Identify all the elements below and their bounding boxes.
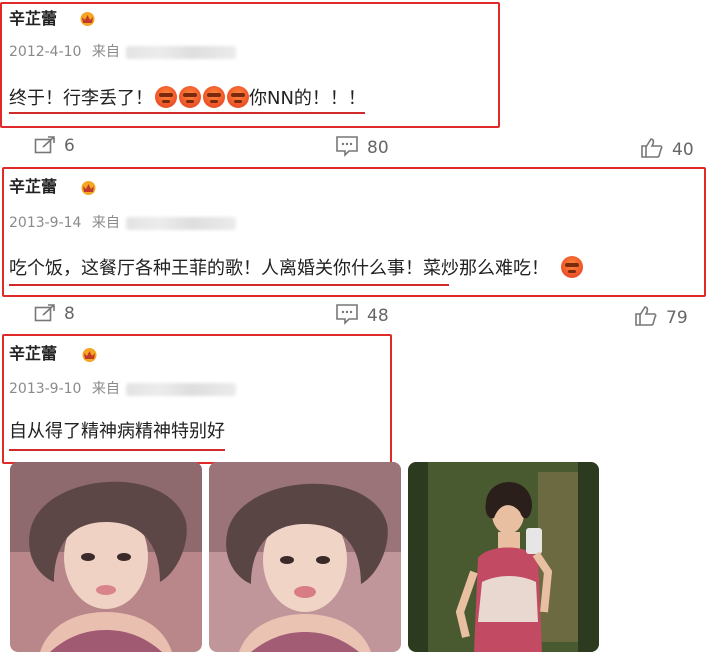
crown-icon — [81, 181, 96, 195]
angry-emoji-icon — [203, 86, 225, 108]
selfie-photo-1[interactable] — [10, 462, 202, 652]
thumbs-up-icon — [641, 138, 663, 158]
source-label: 来自 — [91, 381, 120, 397]
angry-emoji-icon — [179, 86, 201, 108]
blurred-source — [125, 216, 236, 230]
highlight-box — [2, 334, 392, 464]
post-text-part: 自从得了精神病精神特别好 — [9, 421, 225, 442]
post-date: 2012-4-10 — [9, 44, 82, 60]
text-underline — [9, 112, 365, 114]
crown-icon — [82, 348, 97, 362]
like-count: 79 — [666, 308, 688, 328]
like-button[interactable]: 79 — [634, 305, 688, 328]
comment-button[interactable]: 48 — [335, 303, 389, 326]
angry-emoji-icon — [155, 86, 177, 108]
post-meta: 2012-4-10 来自 — [9, 44, 236, 60]
repost-count: 6 — [64, 136, 75, 156]
post-text: 自从得了精神病精神特别好 — [9, 421, 225, 443]
repost-icon — [34, 136, 55, 154]
repost-button[interactable]: 8 — [34, 303, 75, 324]
mirror-selfie-photo[interactable] — [408, 462, 599, 652]
post-text-part: 吃个饭，这餐厅各种王菲的歌！人离婚关你什么事！菜炒那么难吃！ — [9, 258, 549, 279]
repost-button[interactable]: 6 — [34, 135, 75, 156]
angry-emoji-icon — [561, 256, 583, 278]
crown-icon — [80, 12, 95, 26]
post-text-part: 你NN的！！！ — [249, 88, 366, 109]
post-date: 2013-9-10 — [9, 381, 82, 397]
text-underline — [9, 284, 449, 286]
angry-emoji-icon — [227, 86, 249, 108]
repost-icon — [34, 304, 55, 322]
blurred-source — [125, 45, 236, 59]
like-button[interactable]: 40 — [640, 137, 694, 160]
username[interactable]: 辛芷蕾 — [9, 178, 57, 196]
username[interactable]: 辛芷蕾 — [9, 345, 57, 363]
comment-count: 48 — [367, 306, 389, 326]
text-underline — [9, 449, 225, 451]
source-label: 来自 — [91, 215, 120, 231]
comment-icon — [336, 136, 358, 157]
thumbs-up-icon — [635, 306, 657, 326]
blurred-source — [125, 382, 236, 396]
post-meta: 2013-9-14 来自 — [9, 215, 236, 231]
like-count: 40 — [672, 140, 694, 160]
post-meta: 2013-9-10 来自 — [9, 381, 236, 397]
username[interactable]: 辛芷蕾 — [9, 10, 57, 28]
selfie-photo-2[interactable] — [209, 462, 401, 652]
post-text: 终于！行李丢了！ 你NN的！！！ — [9, 86, 366, 110]
post-date: 2013-9-14 — [9, 215, 82, 231]
comment-count: 80 — [367, 138, 389, 158]
source-label: 来自 — [91, 44, 120, 60]
post-text: 吃个饭，这餐厅各种王菲的歌！人离婚关你什么事！菜炒那么难吃！ — [9, 256, 583, 280]
comment-button[interactable]: 80 — [335, 135, 389, 158]
comment-icon — [336, 304, 358, 325]
post-text-part: 终于！行李丢了！ — [9, 88, 153, 109]
repost-count: 8 — [64, 304, 75, 324]
